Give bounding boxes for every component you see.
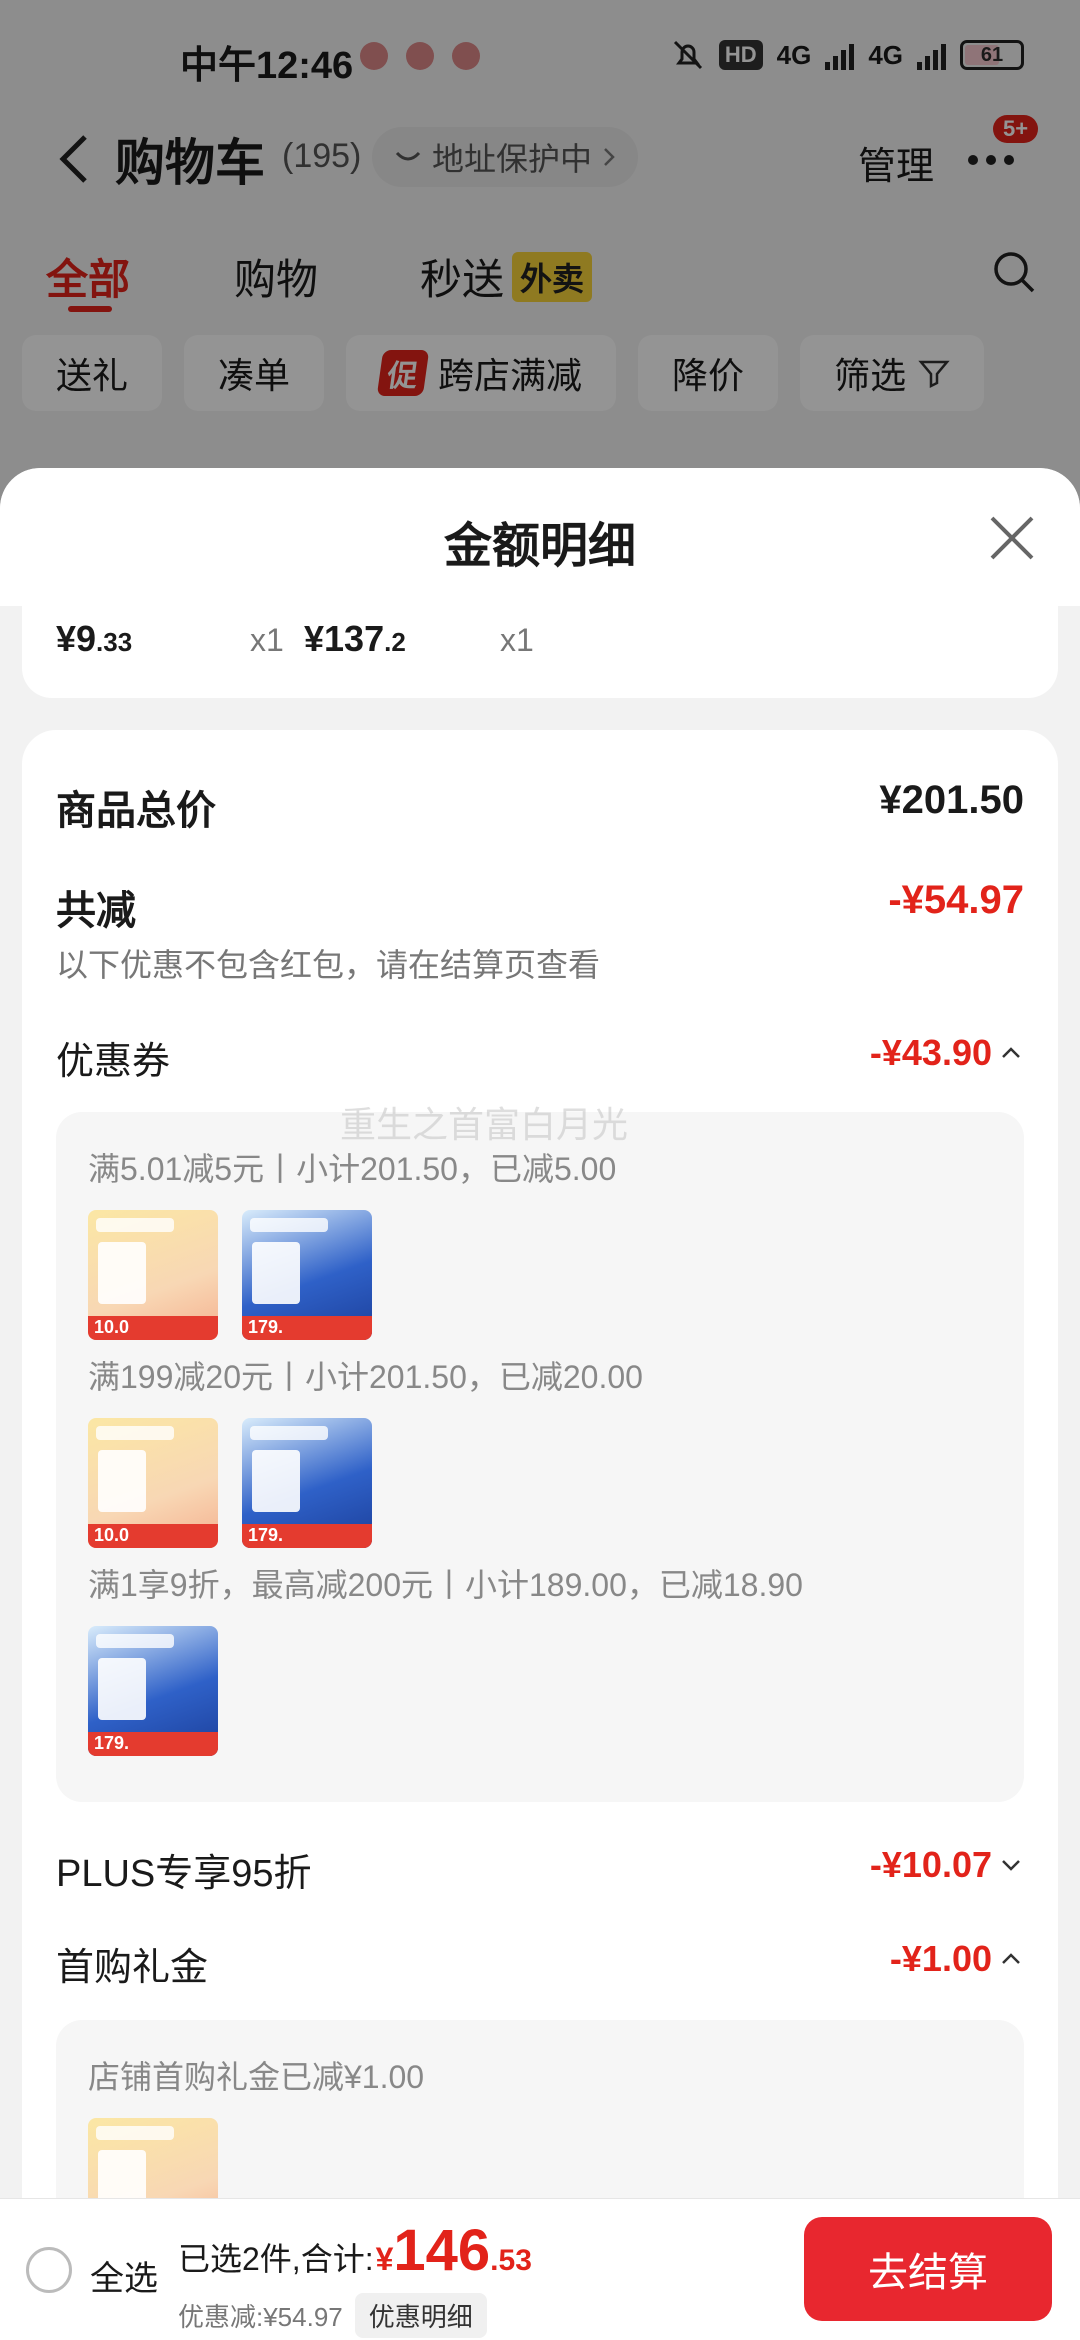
product-thumbnail[interactable]: 10.0 [88,1210,218,1340]
amount-detail-sheet: 金额明细 ¥9.33 x1 ¥137.2 x1 商品总价 ¥201.50 共减 … [0,468,1080,2198]
coupon-label: 优惠券 [56,1041,171,1083]
coupon-rule: 满1享9折，最高减200元丨小计189.00，已减18.90 [88,1567,803,1603]
chevron-down-icon [1002,1860,1020,1871]
currency-symbol: ¥ [375,2241,394,2277]
plus-discount-value: -¥10.07 [869,1844,992,1885]
discount-detail-button[interactable]: 优惠明细 [354,2293,487,2338]
product-thumbnail[interactable]: 179. [88,1626,218,1756]
total-integer: 146 [393,2218,491,2283]
product-thumbnail[interactable]: 179. [242,1418,372,1548]
item-qty: x1 [250,622,284,658]
sheet-header: 金额明细 [0,468,1080,606]
item-price: ¥137.2 [304,618,406,659]
total-reduce-value: -¥54.97 [888,878,1024,922]
first-buy-gift-toggle[interactable]: -¥1.00 [890,1938,1022,1980]
coupon-rule: 满199减20元丨小计201.50，已减20.00 [88,1359,643,1395]
total-reduce-label: 共减 [56,889,136,933]
item-price: ¥9.33 [56,618,133,659]
selected-items-card: ¥9.33 x1 ¥137.2 x1 [22,606,1058,698]
coupon-toggle[interactable]: -¥43.90 [870,1032,1022,1074]
sheet-title: 金额明细 [443,520,636,573]
checkout-bar: 全选 已选2件,合计: ¥ 146 .53 优惠减:¥54.97 优惠明细 去结… [0,2198,1080,2340]
plus-discount-toggle[interactable]: -¥10.07 [870,1844,1022,1886]
watermark: 重生之首富白月光 [340,1104,629,1145]
selected-count-text: 已选2件,合计: [178,2241,374,2277]
chevron-up-icon [1002,1953,1020,1964]
first-buy-note: 店铺首购礼金已减¥1.00 [88,2059,425,2095]
first-buy-gift-value: -¥1.00 [889,1938,992,1979]
item-qty: x1 [500,622,534,658]
first-buy-gift-label: 首购礼金 [56,1947,209,1989]
coupon-rule: 满5.01减5元丨小计201.50，已减5.00 [88,1151,617,1187]
plus-discount-label: PLUS专享95折 [56,1853,312,1895]
coupon-detail-box: 满5.01减5元丨小计201.50，已减5.00 10.0 179. 满199减… [56,1112,1024,1802]
product-thumbnail[interactable]: 10.0 [88,2118,218,2198]
chevron-up-icon [1002,1047,1020,1058]
discount-summary: 优惠减:¥54.97 优惠明细 [178,2293,487,2338]
first-buy-detail-box: 店铺首购礼金已减¥1.00 10.0 [56,2020,1024,2198]
total-price-value: ¥201.50 [879,778,1024,822]
product-thumbnail[interactable]: 179. [242,1210,372,1340]
checkout-button[interactable]: 去结算 [804,2217,1052,2321]
close-icon[interactable] [988,514,1036,562]
discount-text: 优惠减:¥54.97 [178,2302,343,2332]
total-decimal: .53 [490,2244,532,2277]
coupon-value: -¥43.90 [869,1032,992,1073]
selected-summary: 已选2件,合计: ¥ 146 .53 [178,2217,532,2284]
select-all-checkbox[interactable] [26,2247,72,2293]
amount-detail-card: 商品总价 ¥201.50 共减 -¥54.97 以下优惠不包含红包，请在结算页查… [22,730,1058,2198]
select-all-label[interactable]: 全选 [90,2251,158,2300]
total-price-label: 商品总价 [56,789,216,833]
product-thumbnail[interactable]: 10.0 [88,1418,218,1548]
reduce-note: 以下优惠不包含红包，请在结算页查看 [56,947,601,983]
